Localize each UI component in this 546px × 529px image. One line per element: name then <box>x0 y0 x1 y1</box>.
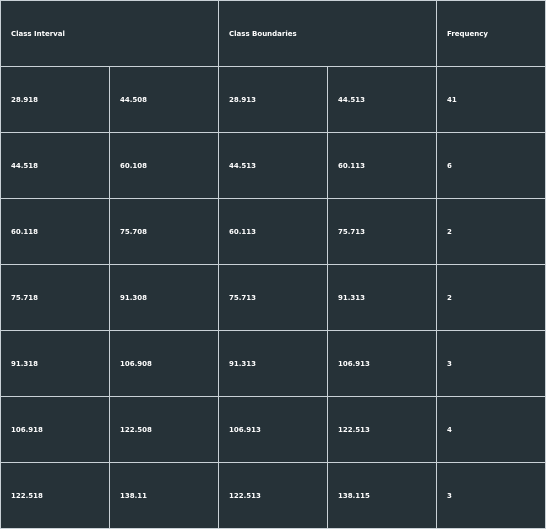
cell-boundary-upper: 122.513 <box>327 396 438 463</box>
cell-interval-upper: 106.908 <box>108 330 220 397</box>
cell-boundary-lower: 106.913 <box>218 396 329 463</box>
cell-boundary-upper: 91.313 <box>327 264 438 331</box>
table-row: 60.118 75.708 60.113 75.713 2 <box>0 198 546 265</box>
table-row: 106.918 122.508 106.913 122.513 4 <box>0 396 546 463</box>
table-header-row: Class Interval Class Boundaries Frequenc… <box>0 0 546 67</box>
header-frequency: Frequency <box>436 0 546 67</box>
cell-boundary-lower: 122.513 <box>218 462 329 529</box>
cell-boundary-lower: 28.913 <box>218 66 329 133</box>
cell-frequency: 6 <box>436 132 546 199</box>
cell-interval-upper: 122.508 <box>108 396 220 463</box>
cell-boundary-upper: 44.513 <box>327 66 438 133</box>
cell-interval-lower: 28.918 <box>0 66 110 133</box>
table-row: 44.518 60.108 44.513 60.113 6 <box>0 132 546 199</box>
cell-frequency: 2 <box>436 198 546 265</box>
table-row: 75.718 91.308 75.713 91.313 2 <box>0 264 546 331</box>
cell-interval-lower: 106.918 <box>0 396 110 463</box>
cell-interval-lower: 91.318 <box>0 330 110 397</box>
cell-frequency: 2 <box>436 264 546 331</box>
cell-boundary-upper: 138.115 <box>327 462 438 529</box>
cell-interval-lower: 44.518 <box>0 132 110 199</box>
header-class-boundaries: Class Boundaries <box>218 0 438 67</box>
cell-frequency: 4 <box>436 396 546 463</box>
cell-boundary-upper: 75.713 <box>327 198 438 265</box>
cell-frequency: 3 <box>436 330 546 397</box>
cell-interval-lower: 122.518 <box>0 462 110 529</box>
cell-interval-upper: 44.508 <box>108 66 220 133</box>
cell-interval-upper: 138.11 <box>108 462 220 529</box>
cell-boundary-lower: 91.313 <box>218 330 329 397</box>
cell-boundary-upper: 106.913 <box>327 330 438 397</box>
cell-interval-upper: 91.308 <box>108 264 220 331</box>
cell-interval-upper: 60.108 <box>108 132 220 199</box>
table-row: 28.918 44.508 28.913 44.513 41 <box>0 66 546 133</box>
cell-boundary-upper: 60.113 <box>327 132 438 199</box>
cell-boundary-lower: 60.113 <box>218 198 329 265</box>
header-class-interval: Class Interval <box>0 0 220 67</box>
cell-interval-lower: 75.718 <box>0 264 110 331</box>
cell-interval-lower: 60.118 <box>0 198 110 265</box>
cell-frequency: 3 <box>436 462 546 529</box>
table-row: 122.518 138.11 122.513 138.115 3 <box>0 462 546 529</box>
table-row: 91.318 106.908 91.313 106.913 3 <box>0 330 546 397</box>
cell-boundary-lower: 75.713 <box>218 264 329 331</box>
cell-frequency: 41 <box>436 66 546 133</box>
cell-interval-upper: 75.708 <box>108 198 220 265</box>
frequency-table: Class Interval Class Boundaries Frequenc… <box>0 0 546 529</box>
cell-boundary-lower: 44.513 <box>218 132 329 199</box>
